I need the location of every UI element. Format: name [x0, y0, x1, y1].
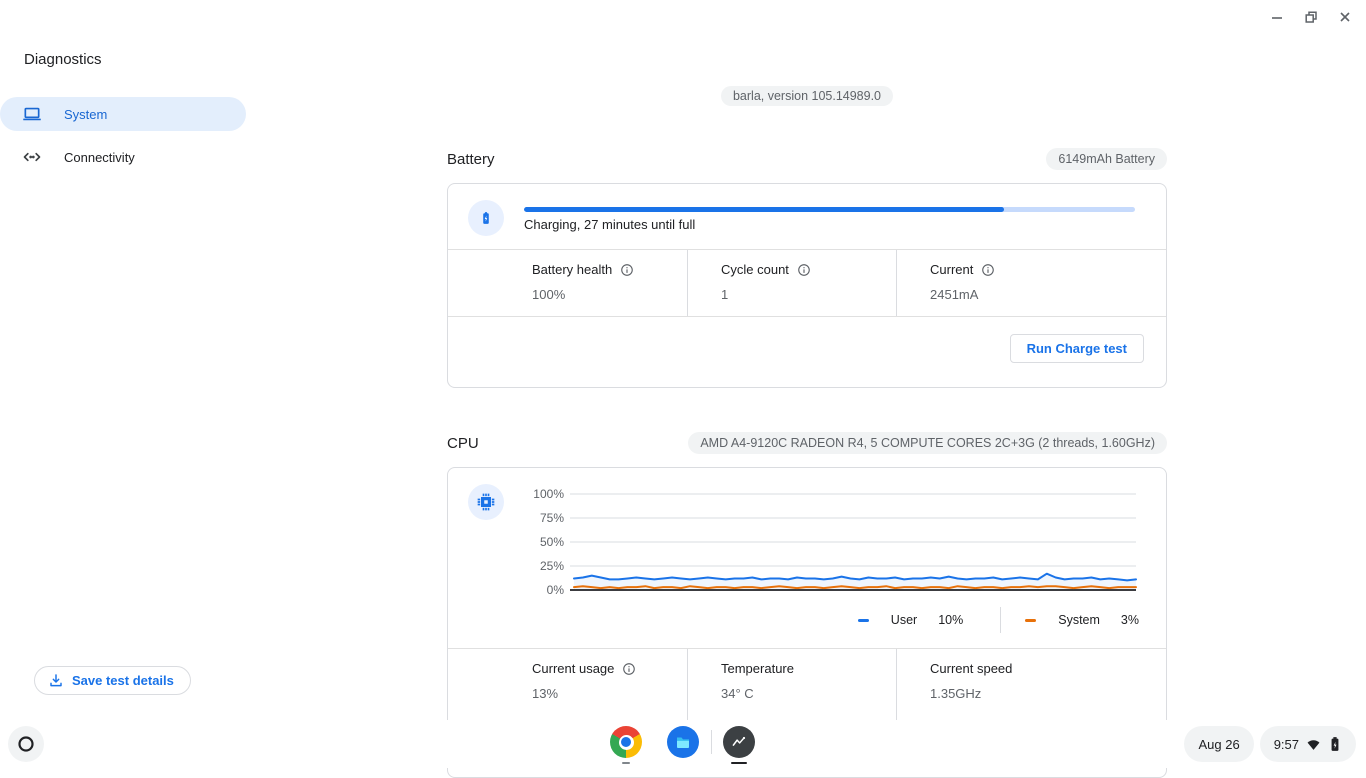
battery-charge-row: Charging, 27 minutes until full — [448, 184, 1166, 249]
sidebar-item-label: Connectivity — [64, 150, 135, 165]
current-usage-stat: Current usage 13% — [448, 649, 687, 723]
launcher-icon — [16, 734, 36, 754]
yaxis-tick-label: 25% — [508, 557, 564, 575]
sidebar-item-system[interactable]: System — [0, 97, 246, 131]
close-button[interactable] — [1332, 4, 1358, 30]
yaxis-tick-label: 0% — [508, 581, 564, 599]
minimize-icon — [1270, 10, 1284, 24]
restore-icon — [1304, 10, 1318, 24]
shelf-apps — [610, 726, 755, 758]
battery-stats-row: Battery health 100% Cycle count 1 — [448, 250, 1166, 316]
page-title: Diagnostics — [24, 51, 102, 68]
diagnostics-icon — [723, 726, 755, 758]
yaxis-tick-label: 75% — [508, 509, 564, 527]
battery-capacity-badge: 6149mAh Battery — [1046, 148, 1167, 170]
current-speed-stat: Current speed 1.35GHz — [896, 649, 1166, 723]
battery-section-header: Battery 6149mAh Battery — [447, 148, 1167, 170]
sidebar-item-connectivity[interactable]: Connectivity — [0, 140, 246, 174]
battery-health-stat: Battery health 100% — [448, 250, 687, 316]
minimize-button[interactable] — [1264, 4, 1290, 30]
shelf-separator — [711, 730, 712, 754]
version-badge: barla, version 105.14989.0 — [721, 86, 893, 106]
info-icon[interactable] — [620, 263, 634, 277]
legend-divider — [1000, 607, 1001, 633]
current-stat: Current 2451mA — [896, 250, 1166, 316]
current-speed-value: 1.35GHz — [930, 686, 1166, 701]
cycle-count-stat: Cycle count 1 — [687, 250, 896, 316]
code-brackets-icon — [22, 147, 42, 167]
info-icon[interactable] — [981, 263, 995, 277]
battery-progress-bar — [524, 207, 1135, 212]
temperature-value: 34° C — [721, 686, 896, 701]
battery-card: Charging, 27 minutes until full Battery … — [447, 183, 1167, 388]
yaxis-tick-label: 100% — [508, 485, 564, 503]
shelf-app-diagnostics[interactable] — [723, 726, 755, 758]
info-icon[interactable] — [622, 662, 636, 676]
save-test-details-label: Save test details — [72, 673, 174, 688]
date-label: Aug 26 — [1198, 737, 1239, 752]
status-area: Aug 26 9:57 — [1184, 726, 1356, 762]
legend-item-system: System 3% — [1025, 613, 1139, 627]
diagnostics-active-indicator — [731, 762, 747, 764]
sidebar: System Connectivity — [0, 97, 246, 183]
system-legend-dash — [1025, 619, 1036, 622]
cpu-model-badge: AMD A4-9120C RADEON R4, 5 COMPUTE CORES … — [688, 432, 1167, 454]
user-legend-name: User — [891, 613, 917, 627]
cycle-count-label: Cycle count — [721, 262, 789, 277]
cpu-chip-icon — [476, 492, 496, 512]
cpu-chart-legend: User 10% System 3% — [858, 607, 1139, 633]
divider — [448, 316, 1166, 317]
temperature-stat: Temperature 34° C — [687, 649, 896, 723]
close-icon — [1338, 10, 1352, 24]
current-usage-value: 13% — [532, 686, 687, 701]
save-test-details-button[interactable]: Save test details — [34, 666, 191, 695]
current-value: 2451mA — [930, 287, 1166, 302]
cpu-heading: CPU — [447, 435, 479, 452]
system-legend-value: 3% — [1121, 613, 1139, 627]
chrome-running-indicator — [622, 762, 630, 764]
battery-icon — [476, 208, 496, 228]
cpu-usage-chart — [568, 490, 1140, 594]
battery-status-icon — [1328, 736, 1342, 752]
window-controls — [1264, 4, 1358, 30]
battery-health-label: Battery health — [532, 262, 612, 277]
system-tray-pill[interactable]: 9:57 — [1260, 726, 1356, 762]
sidebar-item-label: System — [64, 107, 107, 122]
battery-status-text: Charging, 27 minutes until full — [524, 217, 695, 232]
current-label: Current — [930, 262, 973, 277]
run-charge-test-button[interactable]: Run Charge test — [1010, 334, 1144, 363]
shelf: Aug 26 9:57 — [0, 720, 1366, 768]
restore-button[interactable] — [1298, 4, 1324, 30]
battery-heading: Battery — [447, 151, 495, 168]
cpu-icon-circle — [468, 484, 504, 520]
yaxis-tick-label: 50% — [508, 533, 564, 551]
calendar-pill[interactable]: Aug 26 — [1184, 726, 1253, 762]
current-speed-label: Current speed — [930, 661, 1012, 676]
info-icon[interactable] — [797, 263, 811, 277]
battery-health-value: 100% — [532, 287, 687, 302]
download-icon — [48, 673, 64, 689]
current-usage-label: Current usage — [532, 661, 614, 676]
temperature-label: Temperature — [721, 661, 794, 676]
system-legend-name: System — [1058, 613, 1100, 627]
cycle-count-value: 1 — [721, 287, 896, 302]
wifi-icon — [1306, 737, 1321, 752]
main-content: barla, version 105.14989.0 Battery 6149m… — [447, 0, 1167, 778]
battery-icon-circle — [468, 200, 504, 236]
legend-item-user: User 10% — [858, 613, 963, 627]
cpu-section-header: CPU AMD A4-9120C RADEON R4, 5 COMPUTE CO… — [447, 432, 1167, 454]
battery-progress-fill — [524, 207, 1004, 212]
shelf-app-files[interactable] — [667, 726, 699, 758]
user-legend-value: 10% — [938, 613, 963, 627]
shelf-app-chrome[interactable] — [610, 726, 642, 758]
user-legend-dash — [858, 619, 869, 622]
files-icon — [667, 726, 699, 758]
cpu-stats-row: Current usage 13% Temperature 34° C Curr… — [448, 649, 1166, 723]
clock-label: 9:57 — [1274, 737, 1299, 752]
launcher-button[interactable] — [8, 726, 44, 762]
chrome-icon — [610, 726, 642, 758]
laptop-icon — [22, 104, 42, 124]
